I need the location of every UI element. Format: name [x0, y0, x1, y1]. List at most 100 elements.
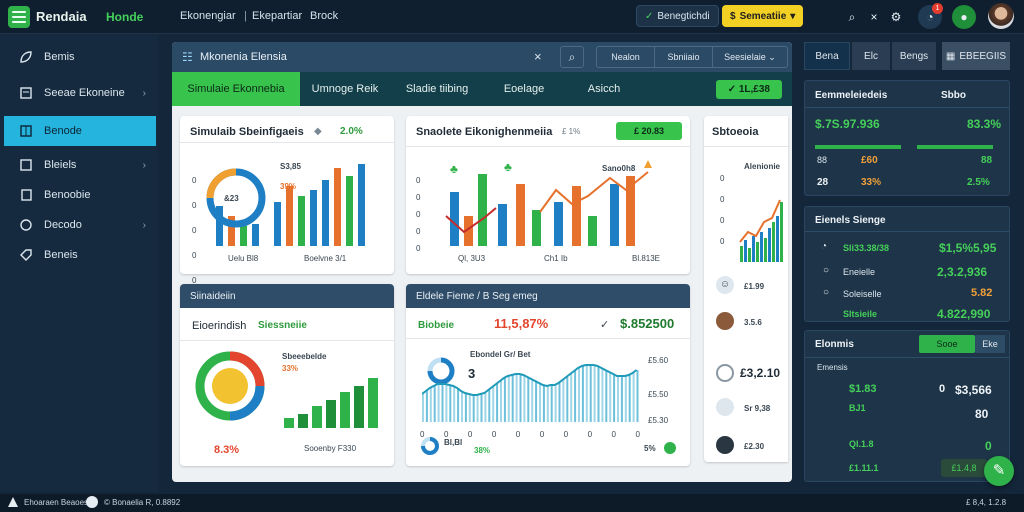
- tab-2[interactable]: Umnoge Reik: [300, 72, 390, 106]
- status-pill[interactable]: ✓ Benegtichdi: [636, 5, 719, 27]
- close-icon[interactable]: ×: [534, 49, 542, 64]
- chart-bar: [546, 386, 549, 422]
- right-panel-3-tab-b[interactable]: Eke: [975, 335, 1005, 353]
- card-4-title: Eioerindish: [192, 320, 247, 332]
- tab-3[interactable]: Sladie tiibing: [390, 72, 484, 106]
- card-1-value: 2.0%: [340, 126, 363, 137]
- info-icon: [86, 496, 98, 508]
- tab-4[interactable]: Eoelage: [484, 72, 564, 106]
- chart-bar: [464, 393, 467, 422]
- card-1: Simulaib Sbeinfigaeis ◆ 2.0% &23 S3,85 3…: [180, 116, 394, 285]
- user-icon[interactable]: ☺: [716, 276, 734, 294]
- coin-icon: $: [730, 10, 736, 22]
- right-panel-2-value-3: 5.82: [971, 287, 993, 299]
- tab-5[interactable]: Asicch: [564, 72, 644, 106]
- search-icon[interactable]: ⌕: [840, 5, 864, 29]
- badge-icon: [18, 217, 34, 233]
- chart-bar: [240, 226, 247, 246]
- chart-bar: [503, 378, 506, 422]
- chart-bar: [312, 406, 322, 428]
- tab-action-button[interactable]: ✓ 1L,£38: [715, 79, 782, 99]
- coin-icon[interactable]: [716, 436, 734, 454]
- chart-bar: [488, 390, 491, 422]
- close-icon[interactable]: ×: [862, 5, 886, 29]
- card-2-button[interactable]: £ 20.83: [616, 122, 682, 140]
- tag-icon: [18, 247, 34, 263]
- right-panel-1: Eemmeleiedeis Sbbo $.7S.97.936 83.3% 88 …: [804, 80, 1010, 196]
- sidebar-item-bemis[interactable]: Bemis: [4, 42, 156, 72]
- circle-icon: ○: [823, 265, 830, 276]
- right-panel-3-tab-a[interactable]: Sooe: [919, 335, 975, 353]
- tab-1[interactable]: Simulaie Ekonnebia: [172, 72, 300, 106]
- right-panel-1-title: Eemmeleiedeis: [815, 90, 888, 101]
- avatar[interactable]: [716, 312, 734, 330]
- settings-icon[interactable]: [716, 398, 734, 416]
- right-tab-4[interactable]: ▦ EBEEGIIS: [942, 42, 1010, 70]
- sprout-icon: ♣: [450, 162, 458, 176]
- chart-bar: [542, 385, 545, 422]
- settings-icon[interactable]: ⚙: [884, 5, 908, 29]
- card-2-small: £ 1%: [562, 127, 581, 136]
- right-panel-1-bar-2: [917, 145, 993, 149]
- chart-bar: [450, 192, 459, 246]
- chart-bar: [756, 242, 759, 262]
- chart-bar: [593, 365, 596, 422]
- card-4-center-label: Sbeeebelde: [282, 352, 327, 361]
- top-bar: Rendaia Honde Ekonengiar | Ekepartiar Br…: [0, 0, 1024, 34]
- chart-bar: [585, 365, 588, 422]
- card-1-chart: [206, 164, 365, 246]
- header-segment-2[interactable]: Sbniiaio: [655, 47, 713, 67]
- sidebar-item-benoobie[interactable]: Benoobie: [4, 180, 156, 210]
- chart-bar: [498, 204, 507, 246]
- edit-fab-icon[interactable]: ✎: [984, 456, 1014, 486]
- chart-bar: [605, 370, 608, 422]
- list-icon: [18, 157, 34, 173]
- topnav-item-2[interactable]: Ekepartiar: [252, 10, 302, 22]
- chart-bar: [461, 391, 463, 422]
- search-icon[interactable]: ⌕: [560, 46, 584, 68]
- sidebar-item-benode[interactable]: Benode: [4, 116, 156, 146]
- sidebar-item-bleiels[interactable]: Bleiels ›: [4, 150, 156, 180]
- right-tab-3[interactable]: Bengs: [892, 42, 936, 70]
- right-panel-3-r4c[interactable]: £1.4,8: [941, 459, 987, 477]
- refresh-icon[interactable]: [716, 364, 734, 382]
- card-5-mini-ring: [421, 437, 439, 455]
- header-segment-1[interactable]: Nealon: [597, 47, 655, 67]
- card-3-chart: [739, 199, 783, 262]
- card-5-y3: £5.30: [648, 416, 669, 425]
- main-header: ☷ Mkonenia Elensia × ⌕ Nealon Sbniiaio S…: [172, 42, 792, 72]
- yellow-pill[interactable]: $ Semeatiie ▾: [722, 5, 804, 27]
- chart-bar: [566, 377, 569, 422]
- topnav-item-3[interactable]: Brock: [310, 10, 338, 22]
- topnav-item-1[interactable]: Ekonengiar: [180, 10, 236, 22]
- right-panel-2-title: Eienels Sienge: [815, 215, 886, 226]
- sidebar-item-decodo[interactable]: Decodo ›: [4, 210, 156, 240]
- chart-bar: [776, 216, 779, 262]
- right-tab-2[interactable]: Elc: [852, 42, 890, 70]
- avatar[interactable]: [988, 3, 1014, 29]
- chart-bar: [574, 371, 577, 422]
- app-logo-icon: [8, 6, 30, 28]
- card-1-yticks: 0 0 0 0 0: [192, 176, 197, 285]
- chart-bar: [515, 374, 518, 422]
- grid-menu-icon[interactable]: ☷: [182, 50, 193, 64]
- sidebar: Bemis Seeae Ekoneine › Benode Bleiels › …: [0, 34, 158, 492]
- card-2-title: Snaolete Eikonighenmeiia: [416, 126, 553, 138]
- card-5-legend-c: 5%: [644, 444, 656, 453]
- card-3-yticks: 0 0 0 0: [720, 174, 725, 246]
- chart-bar: [449, 385, 452, 422]
- right-tab-1[interactable]: Bena: [804, 42, 850, 70]
- header-segment-group: Nealon Sbniiaio Seesielaie ⌄: [596, 46, 788, 68]
- sidebar-item-beneis[interactable]: Beneis: [4, 240, 156, 270]
- online-status-icon[interactable]: ●: [952, 5, 976, 29]
- chart-bar: [527, 377, 530, 422]
- header-segment-3[interactable]: Seesielaie ⌄: [713, 47, 787, 67]
- chart-bar: [578, 368, 580, 422]
- status-dot-icon: [664, 442, 676, 454]
- chart-bar: [472, 395, 475, 422]
- sidebar-item-seeae[interactable]: Seeae Ekoneine ›: [4, 78, 156, 108]
- main-title: Mkonenia Elensia: [200, 51, 287, 63]
- status-right: £ 8,4, 1.2.8: [966, 498, 1007, 507]
- chart-bar: [532, 210, 541, 246]
- clock-icon: ◔: [821, 241, 828, 252]
